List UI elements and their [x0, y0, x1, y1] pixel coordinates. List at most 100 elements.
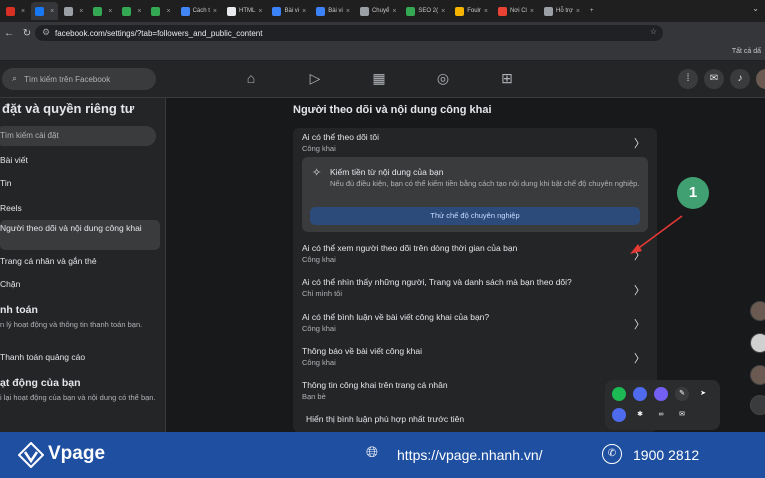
setting-title: Thông báo về bài viết công khai: [302, 346, 423, 356]
video-icon[interactable]: ▷: [305, 70, 325, 87]
browser-tab[interactable]: Hỗ trợ ×: [540, 2, 584, 20]
setting-row-most-relevant-comments[interactable]: Hiển thị bình luận phù hợp nhất trước ti…: [306, 414, 646, 424]
messenger-icon[interactable]: ✉: [704, 69, 724, 89]
browser-tab[interactable]: ×: [147, 2, 174, 20]
contact-avatar[interactable]: [750, 333, 765, 353]
bot-icon[interactable]: ✱: [633, 408, 647, 422]
search-icon: ⌕: [12, 73, 18, 83]
new-message-icon[interactable]: [750, 395, 765, 415]
browser-tab[interactable]: Nơi Cl ×: [494, 2, 538, 20]
close-tab-icon[interactable]: ×: [392, 8, 396, 15]
sidebar-item-posts[interactable]: Bài viết: [0, 155, 160, 165]
close-tab-icon[interactable]: ×: [258, 8, 262, 15]
chevron-right-icon[interactable]: 〉: [634, 282, 645, 298]
setting-title: Ai có thể nhìn thấy những người, Trang v…: [302, 277, 572, 287]
sidebar-item-profile-tagging[interactable]: Trang cá nhân và gắn thẻ: [0, 256, 160, 266]
close-tab-icon[interactable]: ×: [50, 8, 54, 15]
browser-tab[interactable]: ×: [118, 2, 145, 20]
close-tab-icon[interactable]: ×: [137, 8, 141, 15]
close-tab-icon[interactable]: ×: [441, 8, 445, 15]
close-tab-icon[interactable]: ×: [108, 8, 112, 15]
chevron-right-icon[interactable]: 〉: [634, 316, 645, 332]
back-icon[interactable]: ←: [0, 28, 18, 39]
browser-tab[interactable]: ×: [89, 2, 116, 20]
tab-favicon-icon: [6, 6, 15, 16]
tab-favicon-icon: [543, 6, 553, 16]
try-professional-mode-button[interactable]: Thử chế độ chuyên nghiệp: [310, 207, 640, 225]
close-tab-icon[interactable]: ×: [166, 8, 170, 15]
footer-phone[interactable]: 1900 2812: [633, 447, 699, 463]
setting-title: Thông tin công khai trên trang cá nhân: [302, 380, 448, 390]
browser-tab[interactable]: Bài vi ×: [312, 2, 354, 20]
chat-icon[interactable]: [612, 408, 626, 422]
setting-row-following-visibility[interactable]: Ai có thể nhìn thấy những người, Trang v…: [302, 277, 642, 298]
contact-avatar[interactable]: [750, 365, 765, 385]
home-icon[interactable]: ⌂: [241, 70, 261, 86]
close-tab-icon[interactable]: ×: [21, 8, 25, 15]
gmail-icon[interactable]: ✉: [675, 408, 689, 422]
browser-tab[interactable]: SEO 2(×: [402, 2, 449, 20]
setting-row-public-post-notifications[interactable]: Thông báo về bài viết công khai Công kha…: [302, 346, 642, 367]
facebook-search-input[interactable]: ⌕ Tìm kiếm trên Facebook: [2, 68, 156, 90]
close-tab-icon[interactable]: ×: [213, 8, 217, 15]
sidebar-item-ad-payments[interactable]: Thanh toán quảng cáo: [0, 352, 160, 362]
chevron-right-icon[interactable]: 〉: [634, 247, 645, 263]
tab-favicon-icon: [35, 6, 45, 16]
profile-avatar[interactable]: [756, 69, 765, 89]
close-tab-icon[interactable]: ×: [346, 8, 350, 15]
bookmark-star-icon[interactable]: ☆: [650, 27, 657, 36]
url-field[interactable]: ⚙ facebook.com/settings/?tab=followers_a…: [35, 25, 663, 41]
window-controls[interactable]: ⌄: [752, 4, 759, 13]
all-bookmarks[interactable]: Tất cả dấ: [732, 48, 761, 55]
chevron-right-icon[interactable]: 〉: [634, 135, 645, 151]
menu-grid-icon[interactable]: ⁞: [678, 69, 698, 89]
close-tab-icon[interactable]: ×: [302, 8, 306, 15]
browser-tab[interactable]: ×: [2, 2, 29, 20]
messenger-icon[interactable]: [633, 387, 647, 401]
spotify-icon[interactable]: [612, 387, 626, 401]
sidebar-item-reels[interactable]: Reels: [0, 203, 160, 213]
setting-title: Ai có thể theo dõi tôi: [302, 132, 380, 142]
tab-favicon-icon: [316, 6, 326, 16]
groups-icon[interactable]: ◎: [433, 70, 453, 87]
tab-label: Foulr: [467, 8, 481, 14]
close-tab-icon[interactable]: ×: [530, 8, 534, 15]
sidebar-item-blocking[interactable]: Chặn: [0, 279, 160, 289]
settings-sidebar: đặt và quyền riêng tư Tìm kiếm cài đặt B…: [0, 98, 166, 432]
telegram-icon[interactable]: ➤: [696, 387, 710, 401]
gaming-icon[interactable]: ⊞: [497, 70, 517, 87]
viber-icon[interactable]: [654, 387, 668, 401]
browser-tab[interactable]: Chuyể ×: [356, 2, 400, 20]
pen-icon[interactable]: ✎: [675, 387, 689, 401]
reload-icon[interactable]: ↻: [18, 28, 36, 39]
new-tab-button[interactable]: +: [586, 2, 610, 20]
globe-icon: 🌐︎: [366, 444, 379, 461]
browser-tab[interactable]: HTML ×: [223, 2, 266, 20]
sidebar-item-stories[interactable]: Tin: [0, 178, 160, 188]
browser-tab[interactable]: Cách t ×: [177, 2, 221, 20]
site-info-icon[interactable]: ⚙: [42, 27, 50, 38]
bookmarks-bar: Tất cả dấ: [0, 44, 765, 61]
setting-row-followers-visibility[interactable]: Ai có thể xem người theo dõi trên dòng t…: [302, 243, 642, 264]
tab-favicon-icon: [122, 6, 132, 16]
browser-tab[interactable]: Foulr ×: [451, 2, 492, 20]
contact-avatar[interactable]: [750, 301, 765, 321]
setting-row-public-profile-info[interactable]: Thông tin công khai trên trang cá nhân B…: [302, 380, 642, 401]
settings-search-input[interactable]: Tìm kiếm cài đặt: [0, 126, 156, 146]
setting-row-who-can-follow[interactable]: Ai có thể theo dõi tôi Công khai: [302, 132, 642, 153]
vpage-logo-icon: [18, 442, 44, 468]
tab-favicon-icon: [227, 6, 236, 16]
browser-tab[interactable]: ×: [60, 2, 87, 20]
close-tab-icon[interactable]: ×: [484, 8, 488, 15]
marketplace-icon[interactable]: ▦: [369, 70, 389, 87]
sidebar-item-followers[interactable]: Người theo dõi và nội dung công khai: [0, 220, 160, 250]
setting-row-public-comments[interactable]: Ai có thể bình luận về bài viết công kha…: [302, 312, 642, 333]
close-tab-icon[interactable]: ×: [79, 8, 83, 15]
notifications-bell-icon[interactable]: ♪: [730, 69, 750, 89]
close-tab-icon[interactable]: ×: [576, 8, 580, 15]
link-icon[interactable]: ∞: [654, 408, 668, 422]
chevron-right-icon[interactable]: 〉: [634, 350, 645, 366]
browser-tab[interactable]: Bài vi ×: [268, 2, 310, 20]
footer-url[interactable]: https://vpage.nhanh.vn/: [397, 447, 543, 463]
browser-tab[interactable]: ×: [31, 2, 59, 20]
